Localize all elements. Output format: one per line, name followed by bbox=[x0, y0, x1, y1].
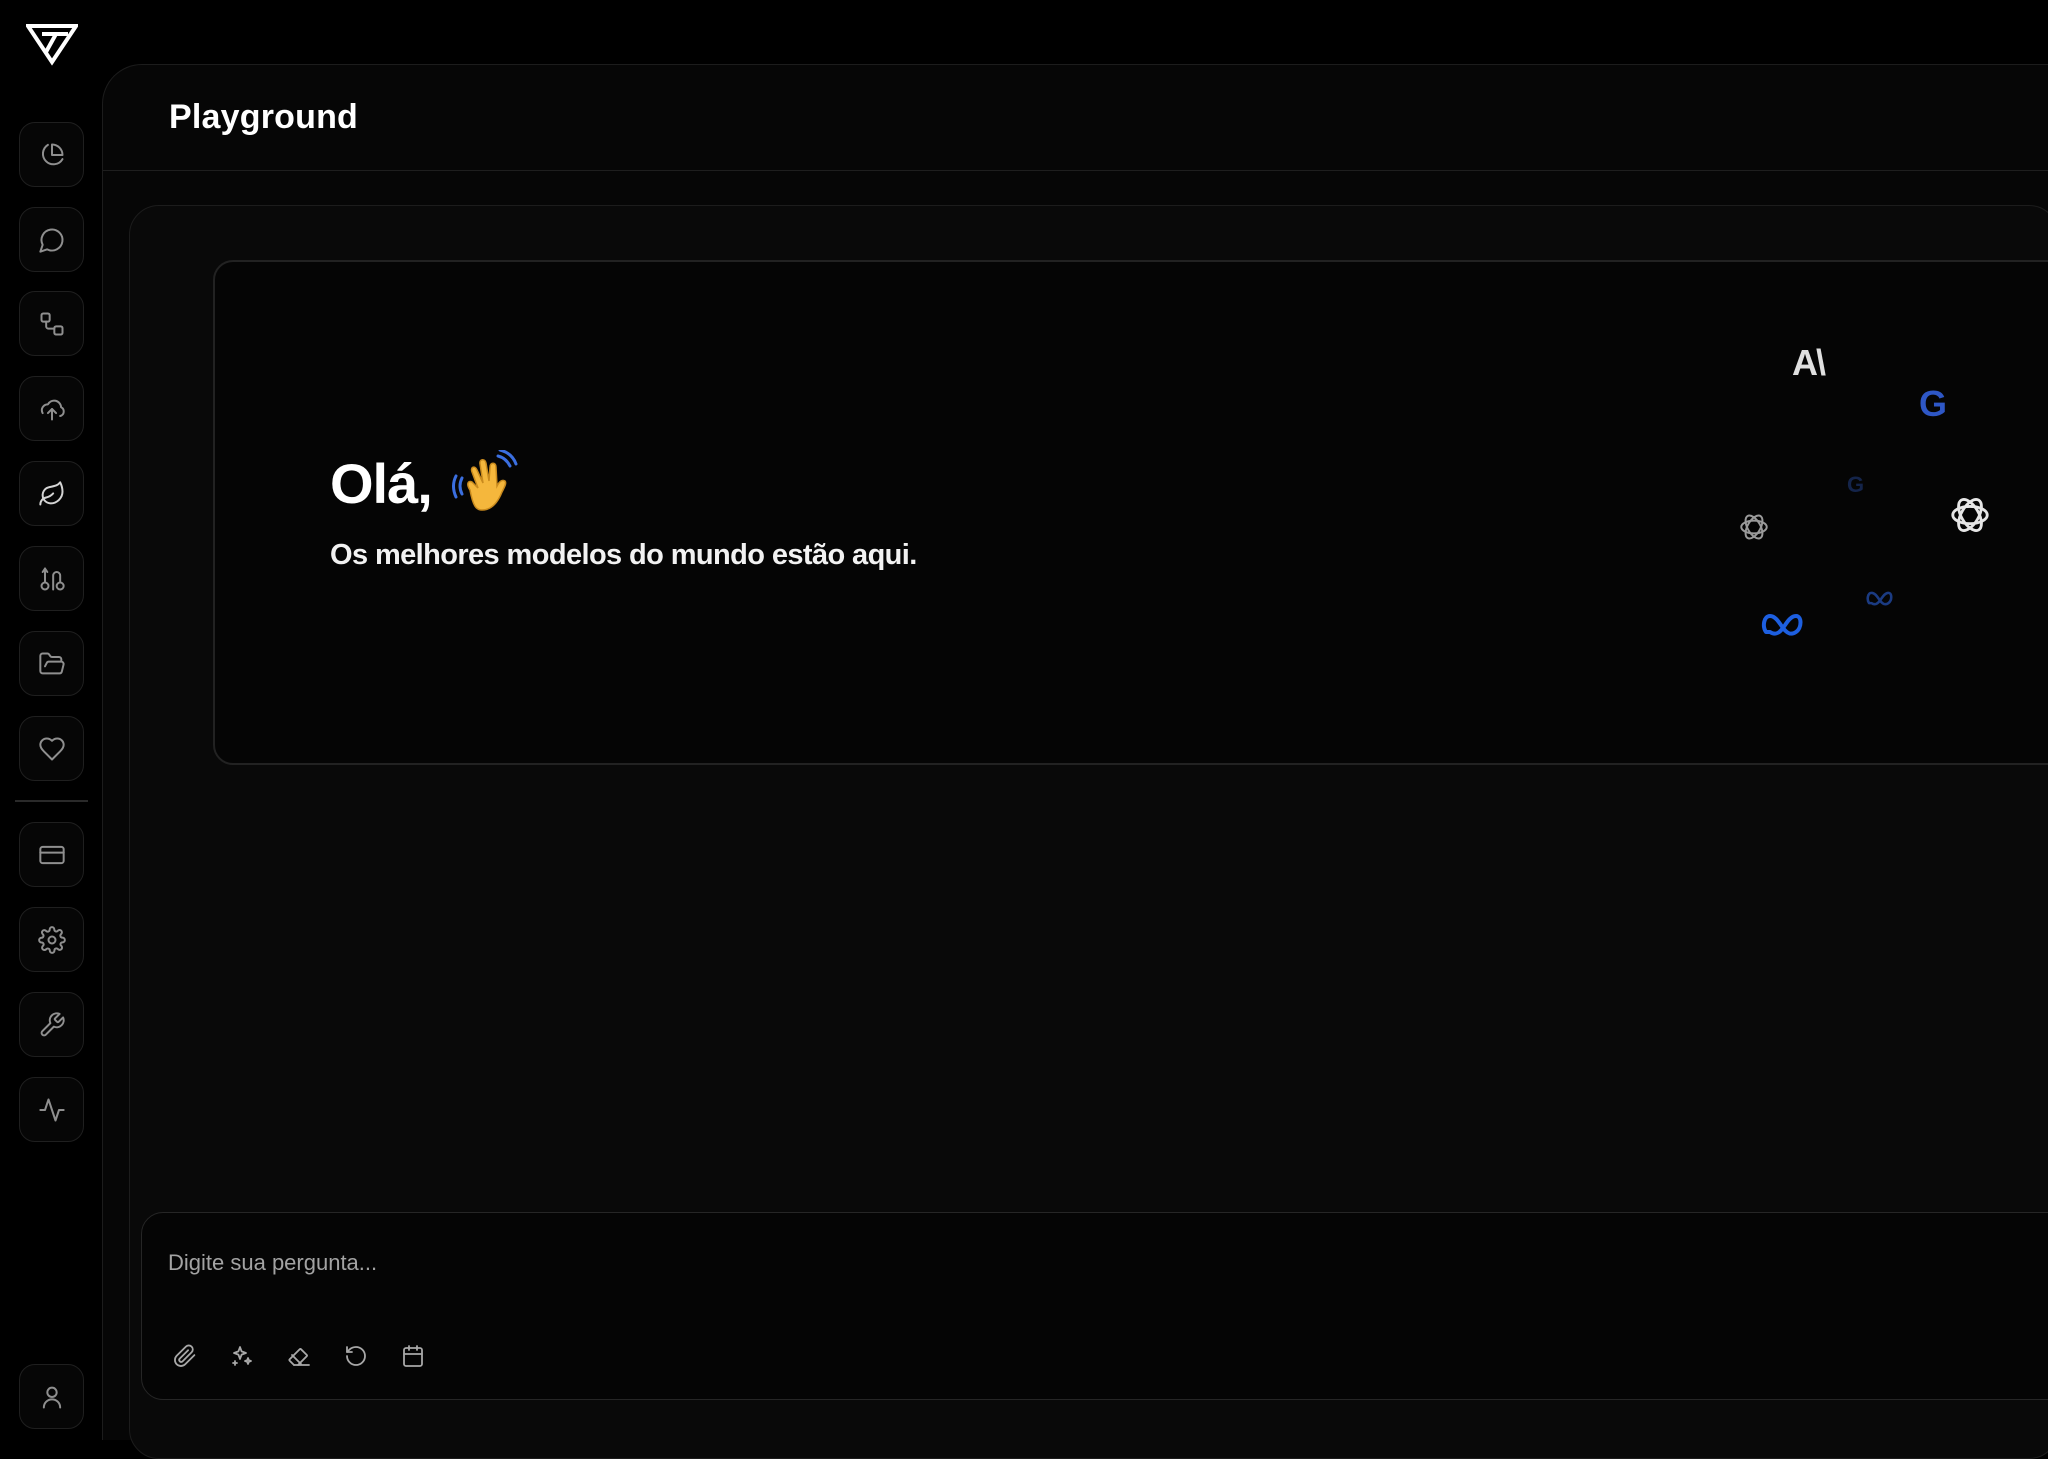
sidebar-item-billing[interactable] bbox=[19, 822, 84, 887]
sidebar-divider bbox=[15, 800, 88, 802]
sidebar-item-analytics[interactable] bbox=[19, 122, 84, 187]
brand-logo[interactable] bbox=[24, 22, 80, 66]
google-logo-icon: G bbox=[1919, 383, 1948, 424]
gear-icon bbox=[37, 925, 66, 954]
sidebar-item-favorites[interactable] bbox=[19, 716, 84, 781]
sidebar-item-files[interactable] bbox=[19, 631, 84, 696]
question-input[interactable] bbox=[168, 1243, 1668, 1283]
refresh-icon bbox=[346, 1346, 366, 1366]
openai-logo-icon bbox=[1951, 498, 1989, 532]
pie-chart-icon bbox=[41, 143, 63, 165]
greeting: Olá, bbox=[330, 450, 518, 516]
sidebar bbox=[0, 0, 102, 1440]
pulse-icon bbox=[38, 1098, 65, 1121]
paperclip-icon bbox=[174, 1344, 196, 1367]
google-logo-small-icon: G bbox=[1847, 472, 1865, 497]
sidebar-item-profile[interactable] bbox=[19, 1364, 84, 1429]
sidebar-item-workflows[interactable] bbox=[19, 291, 84, 356]
sidebar-item-tools[interactable] bbox=[19, 992, 84, 1057]
attach-button[interactable] bbox=[170, 1341, 200, 1371]
hero-subtitle: Os melhores modelos do mundo estão aqui. bbox=[330, 539, 917, 571]
credit-card-icon bbox=[38, 845, 65, 864]
sidebar-item-upload[interactable] bbox=[19, 376, 84, 441]
playground-content: Olá, Os melhores modelos do mundo estão … bbox=[129, 205, 2048, 1459]
cloud-upload-icon bbox=[40, 399, 65, 420]
folder-open-icon bbox=[38, 652, 65, 674]
eraser-icon bbox=[288, 1348, 310, 1366]
sparkles-icon bbox=[232, 1346, 252, 1366]
sidebar-item-playground[interactable] bbox=[19, 461, 84, 526]
sidebar-item-activity[interactable] bbox=[19, 1077, 84, 1142]
wrench-icon bbox=[40, 1011, 65, 1036]
calendar-icon bbox=[403, 1345, 423, 1367]
enhance-prompt-button[interactable] bbox=[227, 1341, 257, 1371]
leaf-icon bbox=[38, 480, 63, 505]
flow-icon bbox=[40, 312, 63, 335]
page-title: Playground bbox=[169, 98, 359, 136]
greeting-text: Olá, bbox=[330, 451, 433, 515]
sidebar-item-routing[interactable] bbox=[19, 546, 84, 611]
sidebar-item-chat[interactable] bbox=[19, 207, 84, 272]
meta-logo-small-icon bbox=[1866, 591, 1893, 606]
message-composer bbox=[141, 1212, 2048, 1400]
anthropic-logo-icon: A\ bbox=[1792, 342, 1826, 383]
route-icon bbox=[40, 567, 65, 590]
waving-hand-icon bbox=[451, 450, 518, 511]
brand-v-logo-icon bbox=[24, 24, 80, 66]
heart-icon bbox=[38, 737, 65, 760]
meta-logo-icon bbox=[1761, 614, 1803, 636]
top-bar: Playground bbox=[103, 65, 2048, 171]
user-icon bbox=[42, 1386, 61, 1408]
reset-button[interactable] bbox=[341, 1341, 371, 1371]
schedule-button[interactable] bbox=[398, 1341, 428, 1371]
sidebar-item-settings[interactable] bbox=[19, 907, 84, 972]
main-panel: Playground Olá, Os melhores modelos do m… bbox=[102, 64, 2048, 1459]
welcome-card: Olá, Os melhores modelos do mundo estão … bbox=[213, 260, 2048, 765]
chat-bubble-icon bbox=[38, 228, 63, 253]
clear-button[interactable] bbox=[284, 1341, 314, 1371]
openai-logo-small-icon bbox=[1740, 514, 1768, 540]
